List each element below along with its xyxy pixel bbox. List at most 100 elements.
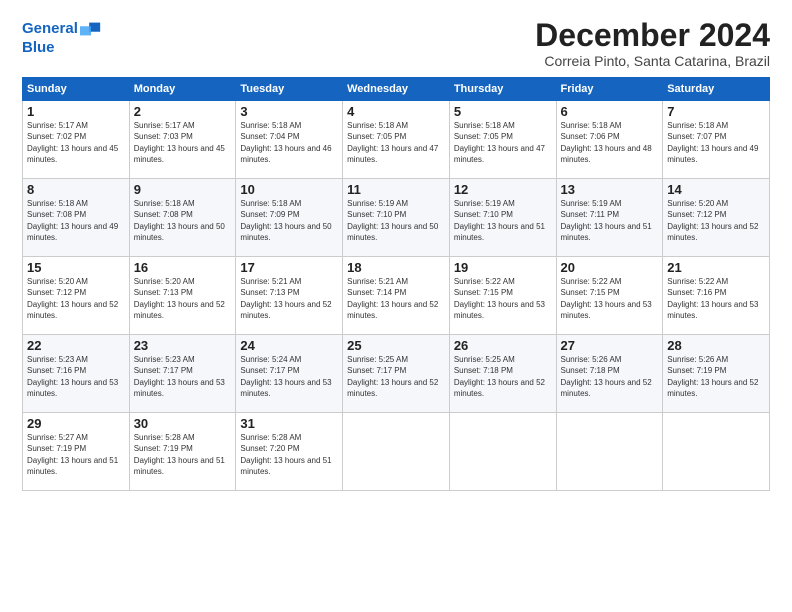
col-friday: Friday (556, 78, 663, 101)
calendar-cell: 23 Sunrise: 5:23 AMSunset: 7:17 PMDayligh… (129, 335, 236, 413)
sunrise-text: Sunrise: 5:19 AMSunset: 7:10 PMDaylight:… (454, 199, 545, 242)
calendar-cell: 12 Sunrise: 5:19 AMSunset: 7:10 PMDayligh… (449, 179, 556, 257)
logo: General Blue (22, 18, 102, 57)
sunrise-text: Sunrise: 5:22 AMSunset: 7:15 PMDaylight:… (454, 277, 545, 320)
sunrise-text: Sunrise: 5:22 AMSunset: 7:15 PMDaylight:… (561, 277, 652, 320)
logo-blue: Blue (22, 40, 102, 57)
calendar-week-5: 29Sunrise: 5:27 AMSunset: 7:19 PMDayligh… (23, 413, 770, 491)
sunrise-text: Sunrise: 5:28 AMSunset: 7:20 PMDaylight:… (240, 433, 331, 476)
logo-text: General (22, 21, 78, 38)
day-number: 13 (561, 182, 659, 197)
sunrise-text: Sunrise: 5:21 AMSunset: 7:14 PMDaylight:… (347, 277, 438, 320)
col-sunday: Sunday (23, 78, 130, 101)
day-number: 27 (561, 338, 659, 353)
calendar-cell: 6 Sunrise: 5:18 AMSunset: 7:06 PMDaylight… (556, 101, 663, 179)
day-number: 29 (27, 416, 125, 431)
header-row: Sunday Monday Tuesday Wednesday Thursday… (23, 78, 770, 101)
day-number: 9 (134, 182, 232, 197)
day-number: 5 (454, 104, 552, 119)
sunrise-text: Sunrise: 5:18 AMSunset: 7:07 PMDaylight:… (667, 121, 758, 164)
calendar-cell: 17 Sunrise: 5:21 AMSunset: 7:13 PMDayligh… (236, 257, 343, 335)
calendar-cell: 14Sunrise: 5:20 AMSunset: 7:12 PMDayligh… (663, 179, 770, 257)
calendar-cell: 2 Sunrise: 5:17 AMSunset: 7:03 PMDaylight… (129, 101, 236, 179)
day-number: 3 (240, 104, 338, 119)
logo-icon (80, 18, 102, 40)
col-thursday: Thursday (449, 78, 556, 101)
col-tuesday: Tuesday (236, 78, 343, 101)
sunrise-text: Sunrise: 5:17 AMSunset: 7:03 PMDaylight:… (134, 121, 225, 164)
calendar-cell: 19Sunrise: 5:22 AMSunset: 7:15 PMDayligh… (449, 257, 556, 335)
day-number: 30 (134, 416, 232, 431)
calendar-cell: 7 Sunrise: 5:18 AMSunset: 7:07 PMDaylight… (663, 101, 770, 179)
day-number: 16 (134, 260, 232, 275)
sunrise-text: Sunrise: 5:23 AMSunset: 7:17 PMDaylight:… (134, 355, 225, 398)
calendar-cell: 25Sunrise: 5:25 AMSunset: 7:17 PMDayligh… (343, 335, 450, 413)
day-number: 20 (561, 260, 659, 275)
calendar-cell: 9 Sunrise: 5:18 AMSunset: 7:08 PMDaylight… (129, 179, 236, 257)
calendar-cell (343, 413, 450, 491)
day-number: 24 (240, 338, 338, 353)
sunrise-text: Sunrise: 5:25 AMSunset: 7:17 PMDaylight:… (347, 355, 438, 398)
day-number: 28 (667, 338, 765, 353)
calendar-cell: 28 Sunrise: 5:26 AMSunset: 7:19 PMDayligh… (663, 335, 770, 413)
col-saturday: Saturday (663, 78, 770, 101)
day-number: 10 (240, 182, 338, 197)
calendar-cell: 22 Sunrise: 5:23 AMSunset: 7:16 PMDayligh… (23, 335, 130, 413)
sunrise-text: Sunrise: 5:18 AMSunset: 7:05 PMDaylight:… (347, 121, 438, 164)
location-subtitle: Correia Pinto, Santa Catarina, Brazil (535, 53, 770, 69)
sunrise-text: Sunrise: 5:28 AMSunset: 7:19 PMDaylight:… (134, 433, 225, 476)
day-number: 22 (27, 338, 125, 353)
sunrise-text: Sunrise: 5:25 AMSunset: 7:18 PMDaylight:… (454, 355, 545, 398)
sunrise-text: Sunrise: 5:24 AMSunset: 7:17 PMDaylight:… (240, 355, 331, 398)
calendar-page: General Blue December 2024 Correia Pinto… (0, 0, 792, 612)
day-number: 2 (134, 104, 232, 119)
calendar-cell (556, 413, 663, 491)
calendar-week-4: 22 Sunrise: 5:23 AMSunset: 7:16 PMDayligh… (23, 335, 770, 413)
sunrise-text: Sunrise: 5:23 AMSunset: 7:16 PMDaylight:… (27, 355, 118, 398)
calendar-cell: 29Sunrise: 5:27 AMSunset: 7:19 PMDayligh… (23, 413, 130, 491)
day-number: 8 (27, 182, 125, 197)
day-number: 21 (667, 260, 765, 275)
calendar-cell (449, 413, 556, 491)
day-number: 17 (240, 260, 338, 275)
sunrise-text: Sunrise: 5:18 AMSunset: 7:08 PMDaylight:… (134, 199, 225, 242)
calendar-cell: 31Sunrise: 5:28 AMSunset: 7:20 PMDayligh… (236, 413, 343, 491)
calendar-cell: 30 Sunrise: 5:28 AMSunset: 7:19 PMDayligh… (129, 413, 236, 491)
col-wednesday: Wednesday (343, 78, 450, 101)
sunrise-text: Sunrise: 5:26 AMSunset: 7:19 PMDaylight:… (667, 355, 758, 398)
day-number: 1 (27, 104, 125, 119)
day-number: 4 (347, 104, 445, 119)
calendar-cell: 10 Sunrise: 5:18 AMSunset: 7:09 PMDayligh… (236, 179, 343, 257)
calendar-cell: 20 Sunrise: 5:22 AMSunset: 7:15 PMDayligh… (556, 257, 663, 335)
calendar-cell: 8 Sunrise: 5:18 AMSunset: 7:08 PMDaylight… (23, 179, 130, 257)
day-number: 15 (27, 260, 125, 275)
calendar-week-1: 1 Sunrise: 5:17 AMSunset: 7:02 PMDaylight… (23, 101, 770, 179)
sunrise-text: Sunrise: 5:18 AMSunset: 7:06 PMDaylight:… (561, 121, 652, 164)
calendar-cell: 26Sunrise: 5:25 AMSunset: 7:18 PMDayligh… (449, 335, 556, 413)
calendar-cell: 15Sunrise: 5:20 AMSunset: 7:12 PMDayligh… (23, 257, 130, 335)
day-number: 6 (561, 104, 659, 119)
sunrise-text: Sunrise: 5:21 AMSunset: 7:13 PMDaylight:… (240, 277, 331, 320)
sunrise-text: Sunrise: 5:22 AMSunset: 7:16 PMDaylight:… (667, 277, 758, 320)
sunrise-text: Sunrise: 5:18 AMSunset: 7:05 PMDaylight:… (454, 121, 545, 164)
calendar-cell (663, 413, 770, 491)
header: General Blue December 2024 Correia Pinto… (22, 18, 770, 69)
sunrise-text: Sunrise: 5:18 AMSunset: 7:09 PMDaylight:… (240, 199, 331, 242)
day-number: 7 (667, 104, 765, 119)
calendar-cell: 13 Sunrise: 5:19 AMSunset: 7:11 PMDayligh… (556, 179, 663, 257)
day-number: 18 (347, 260, 445, 275)
month-title: December 2024 (535, 18, 770, 53)
sunrise-text: Sunrise: 5:17 AMSunset: 7:02 PMDaylight:… (27, 121, 118, 164)
day-number: 12 (454, 182, 552, 197)
col-monday: Monday (129, 78, 236, 101)
sunrise-text: Sunrise: 5:18 AMSunset: 7:08 PMDaylight:… (27, 199, 118, 242)
sunrise-text: Sunrise: 5:19 AMSunset: 7:11 PMDaylight:… (561, 199, 652, 242)
calendar-table: Sunday Monday Tuesday Wednesday Thursday… (22, 77, 770, 491)
calendar-week-2: 8 Sunrise: 5:18 AMSunset: 7:08 PMDaylight… (23, 179, 770, 257)
sunrise-text: Sunrise: 5:20 AMSunset: 7:12 PMDaylight:… (667, 199, 758, 242)
calendar-cell: 3Sunrise: 5:18 AMSunset: 7:04 PMDaylight… (236, 101, 343, 179)
day-number: 11 (347, 182, 445, 197)
calendar-cell: 5 Sunrise: 5:18 AMSunset: 7:05 PMDaylight… (449, 101, 556, 179)
day-number: 23 (134, 338, 232, 353)
calendar-cell: 11Sunrise: 5:19 AMSunset: 7:10 PMDayligh… (343, 179, 450, 257)
